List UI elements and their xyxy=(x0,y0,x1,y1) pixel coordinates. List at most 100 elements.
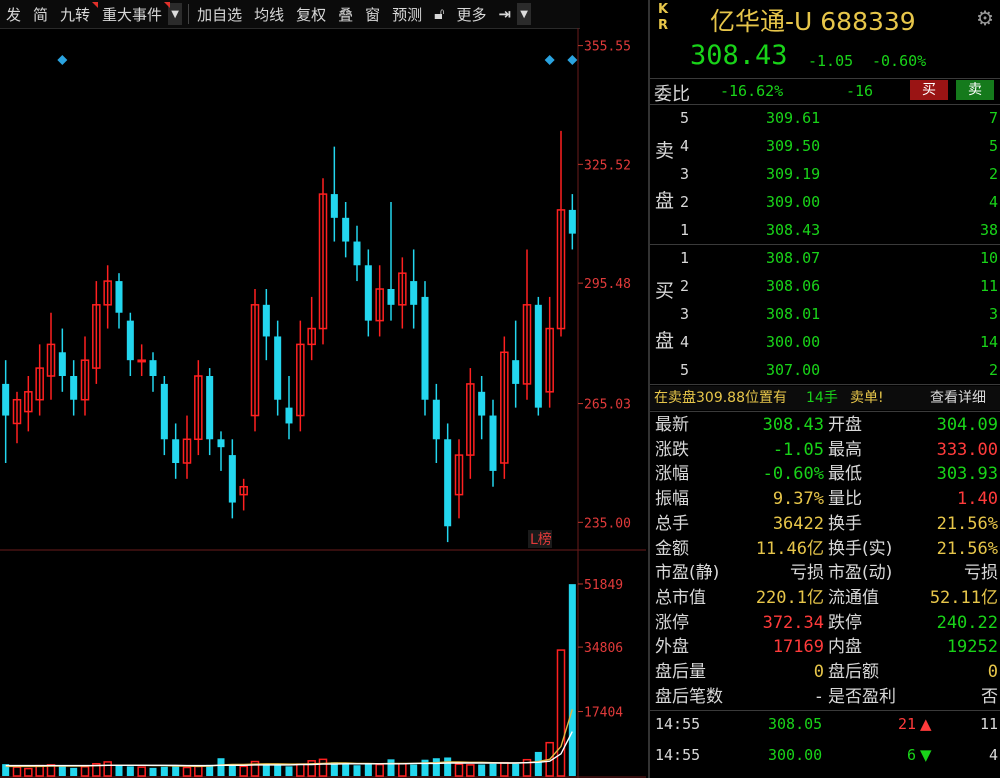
detail-label: 金额 xyxy=(655,538,689,559)
detail-value: -1.05 xyxy=(772,439,824,460)
chart-toolbar: 发 简 九转 重大事件 ▼ 加自选 均线 复权 叠 窗 预测 🔓︎ 更多 ⇥ ▼ xyxy=(0,0,580,29)
candle-body-down xyxy=(70,376,78,400)
detail-value: 9.37% xyxy=(772,489,824,510)
sell-level: 1 xyxy=(680,221,690,239)
detail-label: 振幅 xyxy=(655,489,689,510)
buy-level: 2 xyxy=(680,277,690,295)
volume-bar-down xyxy=(70,767,78,776)
arrow-up-icon: ▲ xyxy=(920,715,932,733)
tick-volume: 21 xyxy=(897,715,916,733)
sell-volume: 4 xyxy=(988,193,998,211)
toolbar-add-watchlist[interactable]: 加自选 xyxy=(191,4,248,25)
divider xyxy=(650,384,1000,385)
volume-bar-down xyxy=(489,763,497,776)
divider xyxy=(650,244,1000,245)
candle-body-down xyxy=(432,399,440,440)
toolbar-moving-average[interactable]: 均线 xyxy=(248,4,290,25)
sell-level: 3 xyxy=(680,165,690,183)
buy-level: 4 xyxy=(680,333,690,351)
candle-body-down xyxy=(330,194,338,218)
kr-r: R xyxy=(658,18,669,33)
weibi-diff: -16 xyxy=(846,82,874,100)
tick-time: 14:55 xyxy=(655,715,701,733)
volume-bar-down xyxy=(285,766,293,776)
chevron-down-icon[interactable]: ▼ xyxy=(517,3,532,25)
alert-text: 在卖盘309.88位置有 xyxy=(654,390,787,406)
tick-volume: 6 xyxy=(906,746,916,764)
volume-bar-down xyxy=(58,766,66,776)
detail-value: 17169 xyxy=(772,637,824,658)
toolbar-more[interactable]: 更多 xyxy=(451,4,493,25)
volume-moving-averages xyxy=(5,709,573,768)
toolbar-overlay[interactable]: 叠 xyxy=(332,4,359,25)
toolbar-simple[interactable]: 简 xyxy=(27,4,54,25)
sell-side-label-1: 卖 xyxy=(655,140,675,162)
toolbar-adjust[interactable]: 复权 xyxy=(290,4,332,25)
detail-value: 19252 xyxy=(946,637,998,658)
detail-label: 最低 xyxy=(828,464,862,485)
toolbar-major-events[interactable]: 重大事件 xyxy=(96,1,171,25)
volume-bar-down xyxy=(126,766,134,776)
detail-label: 涨停 xyxy=(655,612,689,633)
detail-label: 换手 xyxy=(828,513,862,534)
toolbar-forecast[interactable]: 预测 xyxy=(386,4,428,25)
buy-button[interactable]: 买 xyxy=(910,80,948,100)
volume-tick-label: 51849 xyxy=(584,578,623,593)
quote-panel: K R 亿华通-U 688339 ⚙ 308.43 -1.05 -0.60% 委… xyxy=(648,0,1000,778)
volume-bar-down xyxy=(432,758,440,776)
candle-body-down xyxy=(172,439,180,463)
arrow-to-line-icon[interactable]: ⇥ xyxy=(493,5,518,23)
price-tick-label: 355.55 xyxy=(584,40,631,55)
volume-bar-up xyxy=(182,766,192,777)
detail-value: 11.46亿 xyxy=(755,538,824,559)
toolbar-fa[interactable]: 发 xyxy=(0,4,27,25)
toolbar-window[interactable]: 窗 xyxy=(359,4,386,25)
detail-value: 303.93 xyxy=(936,464,998,485)
buy-volume: 14 xyxy=(979,333,998,351)
volume-bar-up xyxy=(454,763,464,777)
detail-label: 盘后笔数 xyxy=(655,686,723,707)
candle-body-down xyxy=(58,352,66,376)
detail-value: 21.56% xyxy=(936,538,998,559)
detail-label: 内盘 xyxy=(828,637,862,658)
toolbar-jiuzhuan[interactable]: 九转 xyxy=(54,1,99,25)
detail-label: 外盘 xyxy=(655,637,689,658)
weibi-label: 委比 xyxy=(654,84,690,105)
event-markers xyxy=(57,55,578,65)
volume-bar-up xyxy=(318,758,328,777)
volume-bar-up xyxy=(80,765,90,777)
gear-icon[interactable]: ⚙ xyxy=(976,6,994,30)
arrow-down-icon: ▼ xyxy=(920,746,932,764)
event-diamond-icon xyxy=(57,55,68,65)
candle-body-down xyxy=(353,241,361,266)
detail-value: 亏损 xyxy=(964,563,998,584)
lock-icon[interactable]: 🔓︎ xyxy=(428,4,450,24)
buy-volume: 11 xyxy=(979,277,998,295)
candle-body-down xyxy=(285,407,293,424)
tick-count: 4 xyxy=(988,746,998,764)
sell-price: 309.61 xyxy=(766,109,821,127)
kline-chart[interactable]: 355.55 325.52 295.48 265.03 235.00 51849 34806… xyxy=(0,28,646,778)
volume-ma-yellow xyxy=(5,709,573,768)
chevron-down-icon[interactable]: ▼ xyxy=(168,3,183,25)
view-details-link[interactable]: 查看详细 xyxy=(930,386,986,410)
sell-button[interactable]: 卖 xyxy=(956,80,994,100)
detail-value: 52.11亿 xyxy=(929,587,998,608)
volume-bar-down xyxy=(172,766,180,776)
detail-value: 308.43 xyxy=(762,415,824,435)
volume-bar-up xyxy=(375,763,384,777)
buy-price: 308.07 xyxy=(766,249,821,267)
sell-volume: 7 xyxy=(988,109,998,127)
candle-body-down xyxy=(342,217,350,242)
volume-bar-down xyxy=(149,767,157,776)
detail-label: 总手 xyxy=(655,513,689,534)
volume-bar-down xyxy=(364,764,372,776)
detail-value: 0 xyxy=(813,662,824,682)
divider xyxy=(650,710,1000,711)
price-tick-label: 295.48 xyxy=(584,277,631,292)
sell-volume: 38 xyxy=(979,221,998,239)
volume-bar-down xyxy=(444,757,452,776)
sell-price: 308.43 xyxy=(766,221,821,239)
candle-body-down xyxy=(421,296,429,400)
volume-bar-up xyxy=(466,764,475,777)
